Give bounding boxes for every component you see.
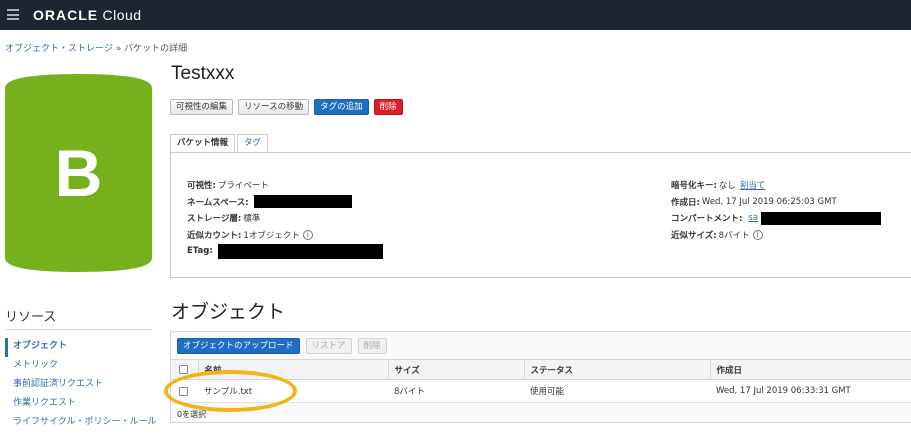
selected-count: 0を選択 [177,410,207,419]
add-tags-button[interactable]: タグの追加 [314,99,369,115]
breadcrumb-current: バケットの詳細 [124,44,188,54]
page-title: Testxxx [171,63,235,84]
object-name[interactable]: サンプル.txt [198,379,388,403]
row-checkbox[interactable] [179,386,188,396]
etag-redacted [217,243,383,259]
encryption-row: 暗号化キー: なし 割当て [671,179,766,192]
upload-object-button[interactable]: オブジェクトのアップロード [177,338,300,354]
bucket-badge-icon: B [5,74,152,272]
objects-panel: オブジェクトのアップロード リストア 削除 名前 サイズ ステータス 作成日 サ… [170,331,911,423]
table-header-row: 名前 サイズ ステータス 作成日 [171,359,911,380]
object-size: 8バイト [388,379,524,403]
resources-title: リソース [5,310,57,325]
hamburger-menu-icon[interactable] [7,9,19,20]
delete-object-button[interactable]: 削除 [357,338,387,354]
namespace-row: ネームスペース: [187,194,383,211]
resource-item-work-requests[interactable]: 作業リクエスト [8,395,155,414]
column-created[interactable]: 作成日 [710,359,911,380]
compartment-row: コンパートメント: sa [671,210,882,227]
column-size[interactable]: サイズ [388,359,525,380]
etag-row: ETag: [187,243,383,260]
row-select-cell [171,379,198,403]
objects-title: オブジェクト [171,302,286,323]
bucket-info-panel: 可視性: プライベート ネームスペース: ストレージ層: 標準 近似カウント: 1オブ… [170,152,911,278]
breadcrumb-separator: » [112,44,125,54]
column-name[interactable]: 名前 [198,359,389,380]
restore-button[interactable]: リストア [305,338,352,354]
delete-bucket-button[interactable]: 削除 [373,99,403,115]
bucket-actions: 可視性の編集 リソースの移動 タグの追加 削除 [170,99,403,115]
info-icon[interactable]: i [752,229,763,240]
object-status: 使用可能 [524,379,710,403]
resources-list: オブジェクト メトリック 事前認証済リクエスト 作業リクエスト ライフサイクル・… [5,338,157,433]
storage-tier-row: ストレージ層: 標準 [187,214,261,225]
tab-tags[interactable]: タグ [237,134,269,153]
resource-item-lifecycle-rules[interactable]: ライフサイクル・ポリシー・ルール [8,414,157,433]
resource-item-objects[interactable]: オブジェクト [5,338,155,357]
resources-divider [5,329,152,330]
approx-count-row: 近似カウント: 1オブジェクト i [187,227,383,244]
move-resource-button[interactable]: リソースの移動 [238,99,310,115]
bucket-info-right: 暗号化キー: なし 割当て 作成日: Wed, 17 Jul 2019 06:25:0… [671,177,882,244]
table-row: サンプル.txt 8バイト 使用可能 Wed, 17 Jul 2019 06:3… [171,379,911,403]
edit-visibility-button[interactable]: 可視性の編集 [170,99,234,115]
approx-size-row: 近似サイズ: 8バイト i [671,227,881,244]
column-status[interactable]: ステータス [524,359,711,380]
objects-table: 名前 サイズ ステータス 作成日 サンプル.txt 8バイト 使用可能 Wed,… [171,359,911,403]
detail-tabs: バケット情報 タグ [170,134,270,153]
namespace-redacted [253,195,352,209]
bucket-badge-letter: B [54,136,103,210]
info-icon[interactable]: i [302,229,313,240]
objects-actions: オブジェクトのアップロード リストア 削除 [177,338,387,354]
select-all-cell [171,359,199,380]
created-row: 作成日: Wed, 17 Jul 2019 06:25:03 GMT [671,196,837,208]
object-created: Wed, 17 Jul 2019 06:33:31 GMT [710,379,911,403]
resource-item-metrics[interactable]: メトリック [8,357,155,376]
breadcrumb-object-storage-link[interactable]: オブジェクト・ストレージ [5,44,113,54]
compartment-redacted [761,211,882,225]
visibility-row: 可視性: プライベート [187,181,269,192]
assign-key-link[interactable]: 割当て [740,179,766,191]
select-all-checkbox[interactable] [179,365,188,374]
top-bar: ORACLE Cloud [0,0,911,30]
compartment-link[interactable]: sa [748,213,758,223]
tab-bucket-info[interactable]: バケット情報 [170,134,236,153]
oracle-cloud-logo[interactable]: ORACLE Cloud [33,7,142,24]
bucket-info-left: 可視性: プライベート ネームスペース: ストレージ層: 標準 近似カウント: 1オブ… [187,177,383,260]
resource-item-preauth-requests[interactable]: 事前認証済リクエスト [8,376,155,395]
breadcrumb: オブジェクト・ストレージ » バケットの詳細 [5,41,187,54]
